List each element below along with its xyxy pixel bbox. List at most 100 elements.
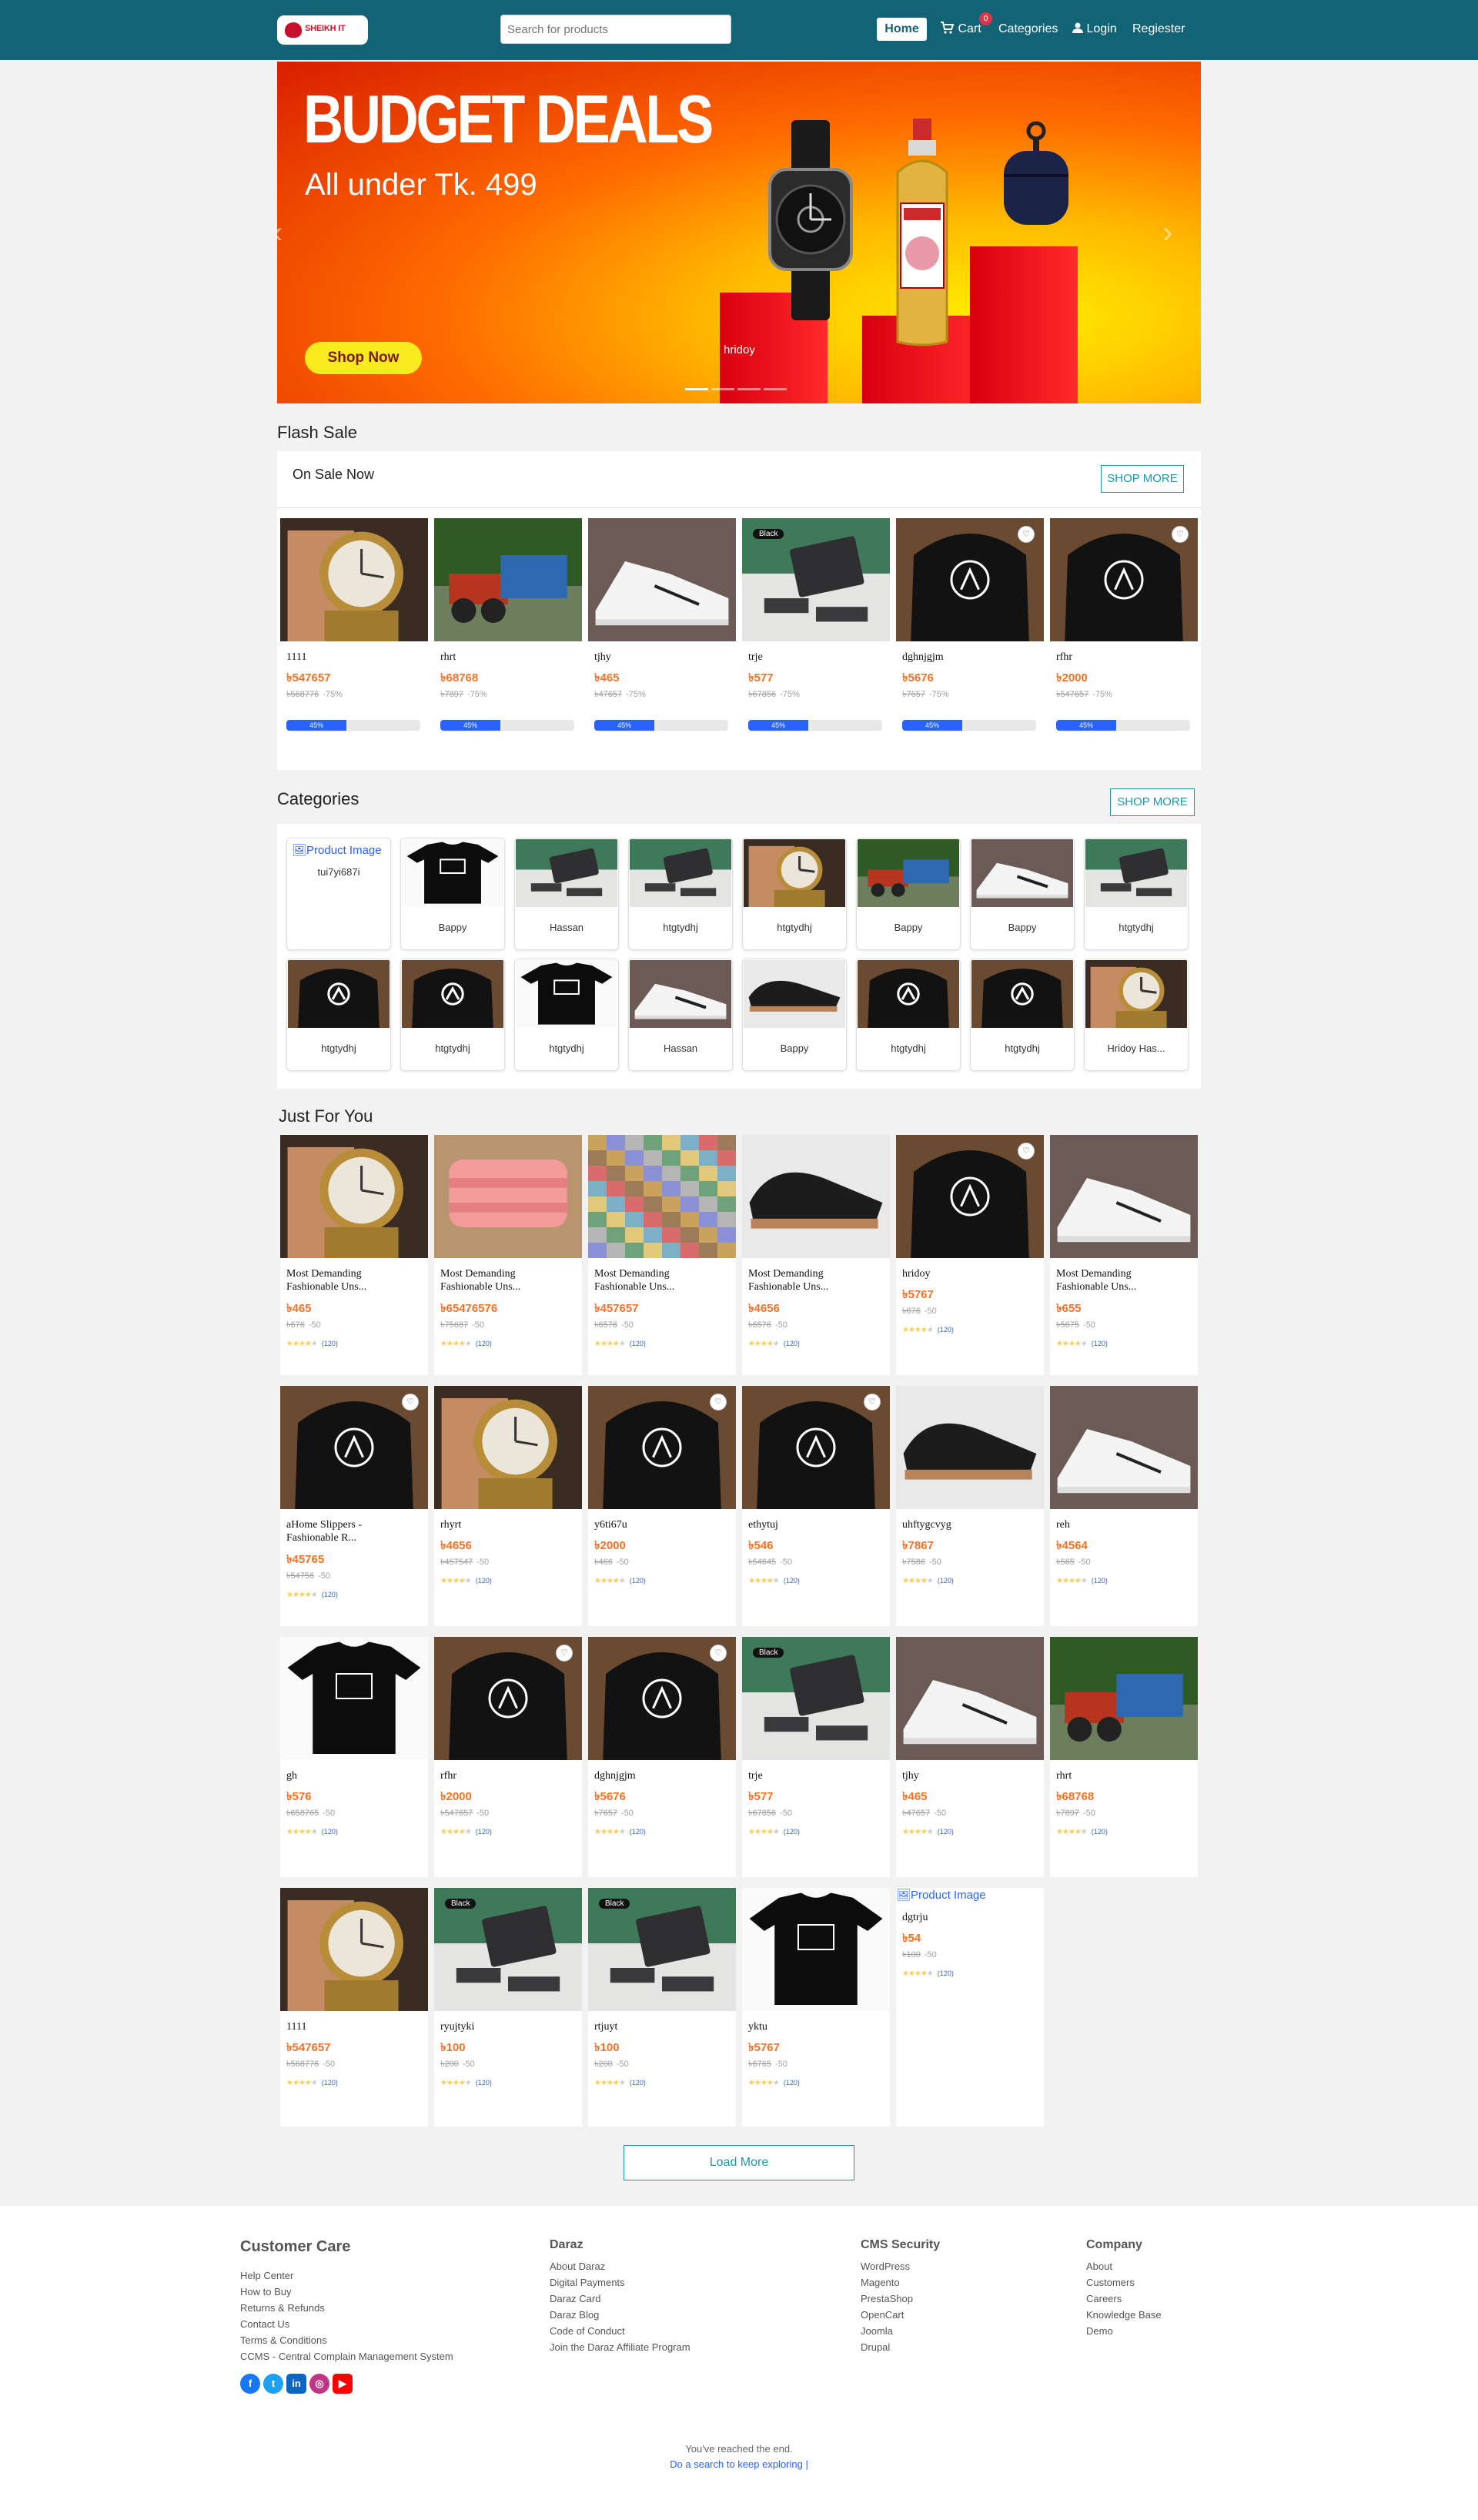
footer-link[interactable]: Daraz Card	[550, 2291, 600, 2307]
carousel-dot[interactable]	[764, 388, 787, 390]
product-card[interactable]: Most Demanding Fashionable Uns... ৳465 ৳67…	[280, 1135, 428, 1375]
flash-product-card[interactable]: 1111 ৳547657 ৳568776 -75% 45%	[280, 518, 428, 758]
product-card[interactable]: Black ryujtyki ৳100 ৳200 -50 ★★★★★ (120)	[434, 1888, 582, 2127]
product-image[interactable]	[280, 1135, 428, 1258]
product-card[interactable]: Most Demanding Fashionable Uns... ৳654765…	[434, 1135, 582, 1375]
product-image[interactable]: ♡	[588, 1386, 736, 1509]
product-image[interactable]: Black	[742, 1637, 890, 1760]
product-card[interactable]: ♡ ethytuj ৳546 ৳54645 -50 ★★★★★ (120)	[742, 1386, 890, 1626]
footer-link[interactable]: Knowledge Base	[1086, 2307, 1162, 2323]
nav-cart-link[interactable]: Cart	[941, 22, 981, 37]
category-card[interactable]: htgtydhj	[856, 959, 961, 1071]
carousel-dot[interactable]	[737, 388, 761, 390]
product-image[interactable]	[896, 1637, 1044, 1760]
product-card[interactable]: yktu ৳5767 ৳6765 -50 ★★★★★ (120)	[742, 1888, 890, 2127]
wishlist-heart-icon[interactable]: ♡	[1172, 526, 1189, 543]
product-image[interactable]: ♡	[896, 518, 1044, 641]
load-more-button[interactable]: Load More	[624, 2145, 854, 2180]
wishlist-heart-icon[interactable]: ♡	[1018, 526, 1035, 543]
footer-link[interactable]: Drupal	[861, 2339, 890, 2355]
product-card[interactable]: ♡ aHome Slippers - Fashionable R... ৳45765…	[280, 1386, 428, 1626]
footer-link[interactable]: Digital Payments	[550, 2274, 625, 2291]
category-card[interactable]: Bappy	[742, 959, 847, 1071]
product-image[interactable]	[280, 1637, 428, 1760]
category-card[interactable]: Hridoy Has...	[1084, 959, 1189, 1071]
product-card[interactable]: Most Demanding Fashionable Uns... ৳655 ৳56…	[1050, 1135, 1198, 1375]
twitter-icon[interactable]: t	[263, 2374, 283, 2394]
flash-product-card[interactable]: rhrt ৳68768 ৳7897 -75% 45%	[434, 518, 582, 758]
keep-exploring-link[interactable]: Do a search to keep exploring |	[670, 2458, 808, 2470]
footer-link[interactable]: About	[1086, 2258, 1112, 2274]
product-image[interactable]: ♡	[434, 1637, 582, 1760]
nav-login-link[interactable]: Login	[1072, 22, 1117, 37]
flash-product-card[interactable]: Black trje ৳577 ৳67856 -75% 45%	[742, 518, 890, 758]
flash-product-card[interactable]: ♡ dghnjgjm ৳5676 ৳7657 -75% 45%	[896, 518, 1044, 758]
product-card[interactable]: Most Demanding Fashionable Uns... ৳4656 ৳6…	[742, 1135, 890, 1375]
product-card[interactable]: 1111 ৳547657 ৳568776 -50 ★★★★★ (120)	[280, 1888, 428, 2127]
footer-link[interactable]: Returns & Refunds	[240, 2300, 325, 2316]
product-image[interactable]	[1050, 1135, 1198, 1258]
product-card[interactable]: uhftygcvyg ৳7867 ৳7586 -50 ★★★★★ (120)	[896, 1386, 1044, 1626]
footer-link[interactable]: How to Buy	[240, 2284, 291, 2300]
logo[interactable]: SHEIKH IT	[277, 15, 368, 45]
footer-link[interactable]: Code of Conduct	[550, 2323, 625, 2339]
product-image[interactable]	[280, 518, 428, 641]
product-card[interactable]: ♡ rfhr ৳2000 ৳547657 -50 ★★★★★ (120)	[434, 1637, 582, 1877]
wishlist-heart-icon[interactable]: ♡	[710, 1645, 727, 1662]
category-card[interactable]: Bappy	[970, 838, 1075, 950]
product-image[interactable]	[280, 1888, 428, 2011]
search-input[interactable]	[500, 15, 731, 44]
footer-link[interactable]: Terms & Conditions	[240, 2332, 327, 2348]
category-card[interactable]: htgtydhj	[286, 959, 391, 1071]
product-card[interactable]: reh ৳4564 ৳565 -50 ★★★★★ (120)	[1050, 1386, 1198, 1626]
footer-link[interactable]: WordPress	[861, 2258, 910, 2274]
category-card[interactable]: 🖼Product Image tui7yi687i	[286, 838, 391, 950]
product-card[interactable]: tjhy ৳465 ৳47657 -50 ★★★★★ (120)	[896, 1637, 1044, 1877]
flash-product-card[interactable]: tjhy ৳465 ৳47657 -75% 45%	[588, 518, 736, 758]
product-image[interactable]	[434, 1386, 582, 1509]
product-image[interactable]	[896, 1386, 1044, 1509]
product-card[interactable]: rhyrt ৳4656 ৳457547 -50 ★★★★★ (120)	[434, 1386, 582, 1626]
product-card[interactable]: rhrt ৳68768 ৳7897 -50 ★★★★★ (120)	[1050, 1637, 1198, 1877]
product-card[interactable]: Most Demanding Fashionable Uns... ৳457657…	[588, 1135, 736, 1375]
footer-link[interactable]: Help Center	[240, 2267, 293, 2284]
product-image[interactable]: Black	[434, 1888, 582, 2011]
hero-banner[interactable]: BUDGET DEALS All under Tk. 499 hridoy Sh…	[277, 62, 1201, 403]
category-card[interactable]: htgtydhj	[1084, 838, 1189, 950]
product-image[interactable]: Black	[588, 1888, 736, 2011]
product-image[interactable]: ♡	[1050, 518, 1198, 641]
product-image[interactable]	[742, 1888, 890, 2011]
linkedin-icon[interactable]: in	[286, 2374, 306, 2394]
footer-link[interactable]: Contact Us	[240, 2316, 289, 2332]
product-image[interactable]	[588, 1135, 736, 1258]
footer-link[interactable]: Careers	[1086, 2291, 1122, 2307]
category-card[interactable]: htgtydhj	[970, 959, 1075, 1071]
footer-link[interactable]: Join the Daraz Affiliate Program	[550, 2339, 691, 2355]
product-card[interactable]: ♡ dghnjgjm ৳5676 ৳7657 -50 ★★★★★ (120)	[588, 1637, 736, 1877]
category-card[interactable]: Bappy	[856, 838, 961, 950]
footer-link[interactable]: OpenCart	[861, 2307, 904, 2323]
footer-link[interactable]: PrestaShop	[861, 2291, 913, 2307]
footer-link[interactable]: About Daraz	[550, 2258, 605, 2274]
shop-now-button[interactable]: Shop Now	[305, 342, 422, 374]
category-card[interactable]: Bappy	[400, 838, 505, 950]
category-card[interactable]: htgtydhj	[742, 838, 847, 950]
product-card[interactable]: ♡ hridoy ৳5767 ৳676 -50 ★★★★★ (120)	[896, 1135, 1044, 1375]
nav-register-link[interactable]: Regiester	[1132, 22, 1185, 37]
categories-shop-more-button[interactable]: SHOP MORE	[1110, 788, 1195, 816]
wishlist-heart-icon[interactable]: ♡	[864, 1394, 881, 1411]
product-image[interactable]: ♡	[588, 1637, 736, 1760]
footer-link[interactable]: CCMS - Central Complain Management Syste…	[240, 2348, 453, 2364]
nav-categories-link[interactable]: Categories	[998, 22, 1058, 37]
carousel-next-icon[interactable]: ›	[1162, 216, 1172, 250]
product-card[interactable]: 🖼Product Image dgtrju ৳54 ৳100 -50 ★★★★★ (120)	[896, 1888, 1044, 2127]
youtube-icon[interactable]: ▶	[333, 2374, 353, 2394]
footer-link[interactable]: Magento	[861, 2274, 900, 2291]
category-card[interactable]: htgtydhj	[514, 959, 619, 1071]
product-image[interactable]	[434, 518, 582, 641]
carousel-dot[interactable]	[711, 388, 734, 390]
nav-home-button[interactable]: Home	[877, 18, 927, 41]
product-image[interactable]: ♡	[896, 1135, 1044, 1258]
product-image[interactable]: ♡	[280, 1386, 428, 1509]
footer-link[interactable]: Daraz Blog	[550, 2307, 599, 2323]
